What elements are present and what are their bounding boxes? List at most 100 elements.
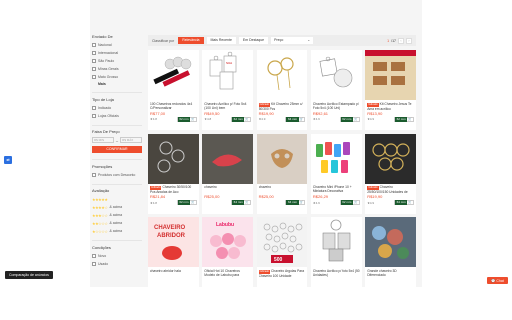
- product-card[interactable]: Indicado Kit Chaveiro Jesus Te Ama em acr…: [365, 50, 416, 130]
- product-card[interactable]: Labubu Oficial Hot 10 Chaveiros Modelo d…: [202, 217, 254, 297]
- pager: 1/17 ‹ ›: [387, 37, 412, 44]
- checkbox[interactable]: [92, 105, 96, 110]
- product-image[interactable]: SUA: [202, 50, 254, 100]
- product-image[interactable]: [256, 133, 308, 184]
- next-page-icon[interactable]: ›: [406, 37, 412, 44]
- chat-button[interactable]: 💬 Chat: [487, 277, 508, 284]
- checkbox[interactable]: [92, 172, 96, 177]
- checkbox[interactable]: [92, 43, 96, 47]
- product-image[interactable]: CHAVEIRO ABRIDOR: [148, 217, 199, 267]
- shipping-pill: 62 mm 🛒: [176, 116, 197, 122]
- product-image[interactable]: Labubu: [202, 217, 254, 267]
- cart-icon[interactable]: 🛒: [353, 200, 359, 205]
- price-max-input[interactable]: R$ MÁX: [120, 137, 142, 143]
- shipping-pill: 62 mm 🛒: [339, 116, 360, 122]
- cart-icon[interactable]: 🛒: [407, 200, 413, 205]
- translate-icon[interactable]: ⇄: [4, 156, 12, 164]
- cart-icon[interactable]: 🛒: [353, 117, 359, 122]
- more-link[interactable]: Mais: [98, 82, 142, 86]
- sort-bar: Classificar por Relevância Mais Recente …: [148, 35, 416, 46]
- rating-option-3[interactable]: ★★★☆☆ & acima: [92, 212, 142, 218]
- rating-option-4[interactable]: ★★★★☆ & acima: [92, 204, 142, 210]
- cart-icon[interactable]: 🛒: [244, 200, 250, 205]
- product-card[interactable]: SUA Chaveiro Acrílico p/ Foto 5x4 (100 U…: [202, 50, 254, 130]
- checkbox[interactable]: [92, 67, 96, 71]
- product-card[interactable]: Chaveiro Acrílico p/ foto 5x4 (50 Unidad…: [310, 217, 362, 297]
- checkbox[interactable]: [92, 59, 96, 63]
- filter-label: Internacional: [98, 51, 119, 55]
- product-title-text: chaveiro abridor hala: [150, 268, 181, 273]
- price-min-input[interactable]: R$ MIN: [92, 137, 114, 143]
- right-margin: [422, 0, 512, 287]
- filter-option[interactable]: Nacional: [92, 42, 142, 48]
- compare-toast[interactable]: Comparação de anúncios: [5, 271, 53, 279]
- product-image[interactable]: [310, 133, 362, 184]
- cart-icon[interactable]: 🛒: [299, 117, 305, 122]
- filter-option[interactable]: Produtos com Desconto: [92, 172, 142, 178]
- rating-option-5[interactable]: ★★★★★: [92, 196, 142, 202]
- rating-option-2[interactable]: ★★☆☆☆ & acima: [92, 220, 142, 226]
- product-card[interactable]: Grande chaveiro 3D Diferenciado: [365, 217, 416, 297]
- filter-title: Promoções: [92, 163, 113, 169]
- product-image[interactable]: [365, 217, 416, 267]
- checkbox[interactable]: [92, 113, 96, 118]
- product-card[interactable]: chaveiro R$25,00 64 mm 🛒: [256, 133, 308, 214]
- page-current: 1: [387, 38, 390, 43]
- product-card[interactable]: 100 Chaveiros redondos 4x4 C/Personaliza…: [148, 50, 199, 130]
- svg-text:SUA: SUA: [226, 61, 232, 65]
- product-rating: ★4.9: [367, 200, 375, 205]
- product-image[interactable]: 500: [256, 217, 308, 267]
- filter-option[interactable]: Novo: [92, 253, 142, 259]
- cart-icon[interactable]: 🛒: [407, 117, 413, 122]
- prev-page-icon[interactable]: ‹: [398, 37, 404, 44]
- cart-icon[interactable]: 🛒: [190, 117, 196, 122]
- divider: [92, 159, 142, 160]
- sort-relevance-button[interactable]: Relevância: [178, 37, 204, 44]
- checkbox[interactable]: [92, 51, 96, 55]
- shipping-pill: 62 mm 🛒: [231, 116, 252, 122]
- apply-price-button[interactable]: CONFIRMAR: [92, 146, 142, 153]
- price-sort-select[interactable]: Preço ⌄: [271, 37, 314, 44]
- filter-option[interactable]: Indicado: [92, 105, 142, 111]
- checkbox[interactable]: [92, 75, 96, 79]
- product-price: R$26,29: [312, 194, 329, 199]
- product-card[interactable]: Indicado Kit Chaveiro 25mm c/ 50/300 Pcs …: [256, 50, 308, 130]
- product-price: R$19,90: [258, 110, 274, 116]
- star-icon: ★★★★★: [92, 196, 108, 202]
- product-image[interactable]: [365, 133, 416, 184]
- product-card[interactable]: 500 Indicado Chaveiro Argolas Para Chavei…: [256, 217, 308, 297]
- product-card[interactable]: Indicado Chaveiro 30/50/100 Pcs Argolas d…: [148, 133, 199, 214]
- filter-option[interactable]: Mato Grosso: [92, 74, 142, 80]
- product-image[interactable]: [365, 50, 416, 100]
- filter-option[interactable]: São Paulo: [92, 58, 142, 64]
- sort-newest-button[interactable]: Mais Recente: [206, 37, 236, 44]
- product-image[interactable]: [310, 50, 362, 100]
- filter-label: Indicado: [98, 105, 112, 110]
- divider: [92, 92, 142, 93]
- product-card[interactable]: CHAVEIRO ABRIDOR chaveiro abridor hala: [148, 217, 199, 297]
- cart-icon[interactable]: 🛒: [299, 200, 305, 205]
- shipping-value: 62 mm: [340, 200, 353, 205]
- product-image[interactable]: [148, 50, 199, 100]
- checkbox[interactable]: [92, 253, 96, 258]
- filter-condition: Condições Novo Usado: [92, 245, 142, 267]
- cart-icon[interactable]: 🛒: [190, 200, 196, 205]
- filter-option[interactable]: Lojas Oficiais: [92, 113, 142, 119]
- product-image[interactable]: [256, 50, 308, 100]
- checkbox[interactable]: [92, 261, 96, 266]
- product-price: R$25,00: [204, 194, 220, 199]
- filter-option[interactable]: Internacional: [92, 50, 142, 56]
- filter-title: Enviado De: [92, 34, 113, 39]
- product-card[interactable]: Chaveiro Mini iPhone 10 + Miniatura Deco…: [310, 133, 362, 214]
- product-image[interactable]: [202, 133, 254, 184]
- filter-option[interactable]: Minas Gerais: [92, 66, 142, 72]
- product-image[interactable]: [148, 133, 199, 184]
- product-card[interactable]: Chaveiro Acrílico Estampado p/ Foto 5x4 …: [310, 50, 362, 130]
- filter-option[interactable]: Usado: [92, 261, 142, 267]
- product-image[interactable]: [310, 217, 362, 267]
- cart-icon[interactable]: 🛒: [244, 117, 250, 122]
- rating-option-1[interactable]: ★☆☆☆☆ & acima: [92, 228, 142, 234]
- product-card[interactable]: chaveiro R$25,00 64 mm 🛒: [202, 133, 254, 214]
- sort-featured-button[interactable]: Em Destaque: [238, 37, 269, 44]
- product-card[interactable]: Indicado Chaveiro 25/50/100/150 Unidades …: [365, 133, 416, 214]
